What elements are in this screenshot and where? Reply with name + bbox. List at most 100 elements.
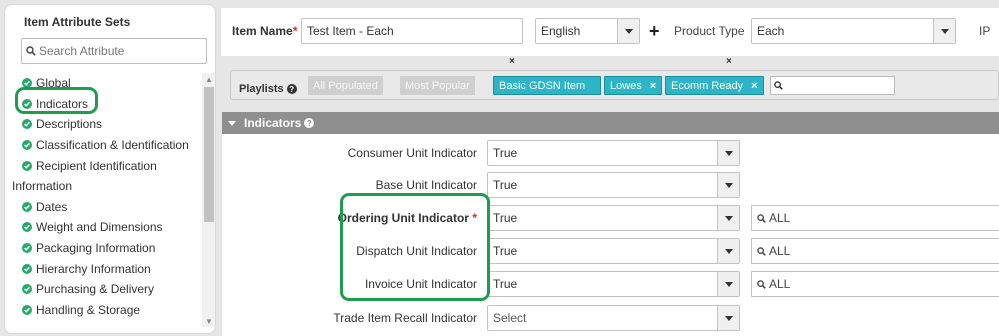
scroll-up-icon[interactable]: ▲ (202, 73, 215, 85)
form-row-ordering-unit: Ordering Unit Indicator * True ALL (222, 205, 999, 231)
field-label: Dispatch Unit Indicator (356, 244, 477, 258)
dispatch-unit-search[interactable]: ALL (751, 238, 999, 264)
playlist-chip-basic-gdsn[interactable]: Basic GDSN Item (493, 76, 601, 95)
language-select[interactable]: English (535, 18, 640, 44)
sidebar-item-packaging[interactable]: Packaging Information (22, 238, 200, 259)
dropdown-button[interactable] (717, 272, 739, 296)
dropdown-button[interactable] (717, 306, 739, 330)
check-circle-icon (22, 263, 32, 274)
sidebar-scrollbar[interactable]: ▲ ▼ (202, 73, 215, 327)
sidebar-item-purchasing-delivery[interactable]: Purchasing & Delivery (22, 279, 200, 300)
sidebar-item-handling-storage[interactable]: Handling & Storage (22, 300, 200, 321)
ordering-unit-select[interactable]: True (487, 205, 740, 231)
sidebar-item-label: Indicators (36, 96, 89, 111)
chevron-down-icon (724, 150, 733, 156)
chevron-down-icon (724, 248, 733, 254)
clear-product-type-icon[interactable]: × (726, 56, 732, 67)
product-type-dropdown-button[interactable] (933, 19, 955, 43)
sidebar-item-label: Purchasing & Delivery (36, 282, 155, 297)
sidebar-item-global[interactable]: Global (22, 73, 200, 94)
field-label: Ordering Unit Indicator * (337, 211, 477, 225)
sidebar-item-indicators[interactable]: Indicators (22, 94, 200, 115)
sidebar-item-dates[interactable]: Dates (22, 197, 200, 218)
playlists-label: Playlists? (239, 83, 297, 95)
dropdown-button[interactable] (717, 173, 739, 197)
playlist-search-input[interactable] (770, 76, 895, 95)
playlist-chip-ecomm-ready[interactable]: Ecomm Ready × (665, 76, 764, 95)
panel-title: Item Attribute Sets (24, 15, 131, 29)
remove-chip-icon[interactable]: × (650, 80, 656, 92)
chip-label: Basic GDSN Item (499, 79, 586, 92)
sidebar-item-descriptions[interactable]: Descriptions (22, 114, 200, 135)
sidebar-item-label: Handling & Storage (36, 302, 141, 317)
chip-label: Lowes (610, 79, 642, 92)
search-placeholder: Search Attribute (39, 44, 125, 58)
dropdown-button[interactable] (717, 141, 739, 165)
select-value: True (493, 146, 518, 160)
item-name-value: Test Item - Each (307, 24, 394, 38)
attribute-search-input[interactable]: Search Attribute (21, 38, 207, 64)
sidebar-item-information[interactable]: Information (12, 176, 200, 197)
item-header-bar: Item Name* Test Item - Each English + Pr… (221, 8, 999, 67)
sidebar-item-label: Hierarchy Information (36, 261, 151, 276)
search-value: ALL (769, 244, 791, 258)
sidebar-item-label: Recipient Identification (36, 158, 157, 173)
sidebar-item-hierarchy[interactable]: Hierarchy Information (22, 258, 200, 279)
select-value: True (493, 178, 518, 192)
search-icon (774, 81, 783, 90)
chevron-down-icon (724, 315, 733, 321)
dispatch-unit-select[interactable]: True (487, 238, 740, 264)
check-circle-icon (22, 119, 32, 130)
sidebar-item-recipient-identification[interactable]: Recipient Identification (22, 155, 200, 176)
invoice-unit-select[interactable]: True (487, 271, 740, 297)
chip-label: Ecomm Ready (671, 79, 744, 92)
check-circle-icon (22, 140, 32, 151)
field-label: Base Unit Indicator (375, 178, 477, 192)
clear-item-name-icon[interactable]: × (509, 56, 515, 67)
search-value: ALL (769, 211, 791, 225)
playlist-chip-most-popular[interactable]: Most Popular (400, 76, 475, 95)
search-icon (757, 213, 766, 223)
field-label: Invoice Unit Indicator (364, 277, 477, 291)
field-label: Consumer Unit Indicator (347, 146, 477, 160)
select-value: True (493, 277, 518, 291)
item-name-input[interactable]: Test Item - Each (301, 18, 523, 44)
sidebar-item-weight-dimensions[interactable]: Weight and Dimensions (22, 217, 200, 238)
item-name-label: Item Name* (232, 24, 298, 38)
playlist-chip-all-populated[interactable]: All Populated (308, 76, 383, 95)
ordering-unit-search[interactable]: ALL (751, 205, 999, 231)
scroll-down-icon[interactable]: ▼ (202, 315, 215, 327)
dropdown-button[interactable] (717, 239, 739, 263)
product-type-select[interactable]: Each (751, 18, 956, 44)
chevron-down-icon (940, 28, 949, 34)
trade-item-recall-select[interactable]: Select (487, 305, 740, 331)
scrollbar-thumb[interactable] (204, 87, 214, 222)
remove-chip-icon[interactable]: × (751, 80, 757, 92)
check-circle-icon (22, 243, 32, 254)
check-circle-icon (22, 304, 32, 315)
check-circle-icon (22, 201, 32, 212)
dropdown-button[interactable] (717, 206, 739, 230)
help-icon[interactable]: ? (304, 118, 315, 128)
language-dropdown-button[interactable] (617, 19, 639, 43)
help-icon[interactable]: ? (286, 84, 297, 94)
ip-label: IP (979, 24, 991, 38)
base-unit-select[interactable]: True (487, 172, 740, 198)
product-type-value: Each (757, 24, 785, 38)
collapse-caret-icon[interactable] (228, 120, 236, 126)
invoice-unit-search[interactable]: ALL (751, 271, 999, 297)
playlist-chip-lowes[interactable]: Lowes × (604, 76, 663, 95)
form-row-trade-item-recall: Trade Item Recall Indicator Select (222, 305, 999, 331)
sidebar-item-classification[interactable]: Classification & Identification (22, 135, 200, 156)
add-language-icon[interactable]: + (649, 22, 660, 40)
required-asterisk: * (472, 211, 477, 225)
chevron-down-icon (724, 182, 733, 188)
required-asterisk: * (292, 24, 298, 38)
chevron-down-icon (724, 281, 733, 287)
search-icon (757, 279, 766, 289)
language-value: English (541, 24, 581, 38)
check-circle-icon (22, 160, 32, 171)
indicators-section-header[interactable]: Indicators ? (222, 112, 999, 134)
consumer-unit-select[interactable]: True (487, 140, 740, 166)
form-row-invoice-unit: Invoice Unit Indicator True ALL (222, 271, 999, 297)
